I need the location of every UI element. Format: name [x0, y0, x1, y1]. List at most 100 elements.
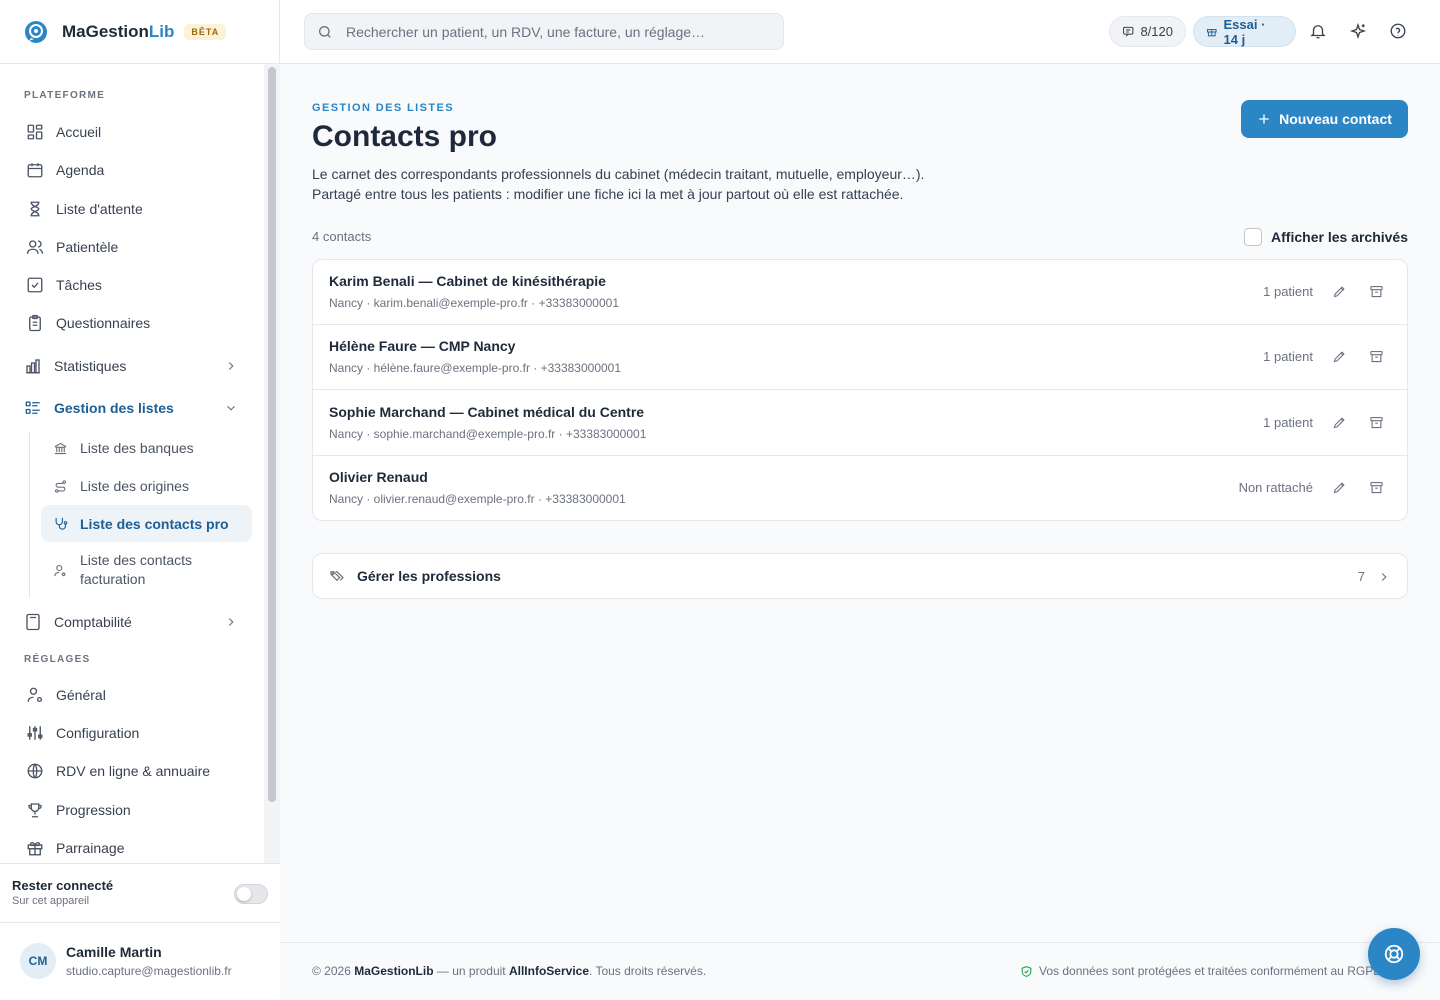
- archive-icon[interactable]: [1369, 349, 1384, 364]
- show-archived-label: Afficher les archivés: [1271, 229, 1408, 245]
- sidebar-item-comptabilite[interactable]: Comptabilité: [12, 604, 252, 640]
- pencil-icon[interactable]: [1332, 480, 1347, 495]
- show-archived-checkbox[interactable]: [1244, 228, 1263, 246]
- pencil-icon[interactable]: [1332, 415, 1347, 430]
- stethoscope-icon: [55, 517, 68, 530]
- user-cog-icon: [54, 564, 66, 576]
- sidebar-item-label: Patientèle: [56, 239, 119, 255]
- gift-icon: [27, 841, 43, 856]
- sidebar-item-label: Questionnaires: [56, 315, 151, 331]
- sidebar-subitem-banques[interactable]: Liste des banques: [41, 430, 252, 466]
- pencil-icon[interactable]: [1332, 284, 1347, 299]
- archive-icon[interactable]: [1369, 284, 1384, 299]
- sidebar-item-gestion-listes[interactable]: Gestion des listes: [12, 390, 252, 426]
- contact-details: Nancy · karim.benali@exemple-pro.fr · +3…: [329, 296, 619, 310]
- dashboard-icon: [27, 124, 43, 140]
- help-circle-icon[interactable]: [1389, 22, 1407, 40]
- archive-icon[interactable]: [1369, 415, 1384, 430]
- sidebar-item-label: Tâches: [56, 277, 102, 293]
- sidebar-subitem-origines[interactable]: Liste des origines: [41, 468, 252, 504]
- new-contact-label: Nouveau contact: [1279, 111, 1392, 127]
- search-box[interactable]: [304, 13, 784, 50]
- footer-copyright: © 2026 MaGestionLib — un produit AllInfo…: [312, 964, 707, 978]
- chevron-right-icon: [228, 618, 234, 626]
- user-settings-icon: [27, 687, 43, 703]
- contact-title: Sophie Marchand — Cabinet médical du Cen…: [329, 404, 645, 420]
- search-icon: [319, 25, 331, 38]
- sidebar-subitem-contacts-pro[interactable]: Liste des contacts pro: [41, 505, 252, 542]
- contacts-count: 4 contacts: [312, 229, 372, 244]
- hourglass-icon: [30, 201, 40, 217]
- sidebar-item-patientele[interactable]: Patientèle: [12, 229, 252, 265]
- page-title: Contacts pro: [312, 120, 498, 153]
- sidebar-item-statistiques[interactable]: Statistiques: [12, 348, 252, 384]
- sidebar-item-progression[interactable]: Progression: [12, 792, 252, 828]
- sidebar-item-parrainage[interactable]: Parrainage: [12, 830, 252, 863]
- contact-row[interactable]: Sophie Marchand — Cabinet médical du Cen…: [313, 391, 1407, 456]
- sidebar-item-configuration[interactable]: Configuration: [12, 715, 252, 751]
- sidebar: MaGestionLib BÊTA PLATEFORME Accueil Age…: [0, 0, 280, 1000]
- contact-row[interactable]: Karim Benali — Cabinet de kinésithérapie…: [313, 260, 1407, 325]
- support-button[interactable]: [1368, 928, 1420, 980]
- manage-professions-row[interactable]: Gérer les professions 7: [312, 553, 1408, 599]
- contact-link-status: Non rattaché: [1238, 480, 1313, 495]
- toggle-knob: [237, 887, 251, 901]
- sidebar-item-label: Général: [56, 687, 106, 703]
- plus-icon: [1259, 114, 1269, 124]
- avatar: CM: [20, 943, 56, 979]
- user-profile[interactable]: CM Camille Martin studio.capture@magesti…: [0, 923, 280, 1000]
- new-contact-button[interactable]: Nouveau contact: [1241, 100, 1408, 138]
- sidebar-item-rdv-en-ligne[interactable]: RDV en ligne & annuaire: [12, 753, 252, 789]
- sidebar-item-accueil[interactable]: Accueil: [12, 114, 252, 150]
- footer-privacy: Vos données sont protégées et traitées c…: [1020, 964, 1380, 978]
- chevron-right-icon: [1381, 573, 1387, 581]
- sidebar-item-label: Configuration: [56, 725, 140, 741]
- sidebar-subitem-contacts-facturation[interactable]: Liste des contacts facturation: [41, 548, 252, 592]
- stay-connected-toggle[interactable]: [234, 884, 268, 904]
- sms-quota-value: 8/120: [1140, 24, 1173, 39]
- search-input[interactable]: [346, 23, 766, 40]
- sidebar-item-label: Comptabilité: [54, 614, 132, 630]
- section-title-platform: PLATEFORME: [24, 90, 106, 101]
- chevron-down-icon: [227, 405, 235, 411]
- lifebuoy-icon: [1384, 944, 1404, 964]
- sidebar-item-general[interactable]: Général: [12, 677, 252, 713]
- trial-chip[interactable]: Essai · 14 j: [1193, 16, 1296, 47]
- pencil-icon[interactable]: [1332, 349, 1347, 364]
- user-name: Camille Martin: [66, 944, 162, 960]
- show-archived[interactable]: Afficher les archivés: [1240, 228, 1408, 246]
- sidebar-item-label: Accueil: [56, 124, 102, 140]
- sidebar-item-label: Liste d'attente: [56, 201, 143, 217]
- bell-icon[interactable]: [1309, 22, 1327, 40]
- contact-details: Nancy · olivier.renaud@exemple-pro.fr · …: [329, 492, 626, 506]
- archive-icon[interactable]: [1369, 480, 1384, 495]
- bar-chart-icon: [26, 359, 40, 374]
- sidebar-item-label: Parrainage: [56, 840, 125, 856]
- trial-label: Essai · 14 j: [1223, 16, 1266, 47]
- sidebar-item-liste-attente[interactable]: Liste d'attente: [12, 191, 252, 227]
- page-description-line-2: Partagé entre tous les patients : modifi…: [312, 186, 904, 202]
- contact-row[interactable]: Olivier Renaud Nancy · olivier.renaud@ex…: [313, 456, 1407, 520]
- sidebar-scrollbar-thumb[interactable]: [268, 67, 276, 802]
- sparkles-icon[interactable]: [1349, 22, 1367, 40]
- contact-row[interactable]: Hélène Faure — CMP Nancy Nancy · hélène.…: [313, 325, 1407, 390]
- shield-check-icon: [1021, 965, 1032, 977]
- sidebar-nav[interactable]: PLATEFORME Accueil Agenda Liste d'attent…: [0, 64, 264, 863]
- route-icon: [54, 479, 67, 493]
- sidebar-item-label: Agenda: [56, 162, 105, 178]
- sidebar-item-taches[interactable]: Tâches: [12, 267, 252, 303]
- topbar: 8/120 Essai · 14 j: [280, 0, 1440, 64]
- manage-professions-label: Gérer les professions: [357, 568, 501, 584]
- footer: © 2026 MaGestionLib — un produit AllInfo…: [280, 942, 1440, 1000]
- contact-link-status: 1 patient: [1263, 349, 1313, 364]
- brand[interactable]: MaGestionLib BÊTA: [0, 0, 279, 64]
- sidebar-item-agenda[interactable]: Agenda: [12, 152, 252, 188]
- sidebar-item-questionnaires[interactable]: Questionnaires: [12, 305, 252, 341]
- main-content: GESTION DES LISTES Contacts pro Le carne…: [280, 64, 1440, 942]
- contact-title: Olivier Renaud: [329, 469, 428, 485]
- logo-icon: [25, 20, 47, 43]
- sidebar-subitem-label: Liste des banques: [80, 440, 194, 456]
- sms-quota-chip[interactable]: 8/120: [1109, 16, 1186, 47]
- chevron-right-icon: [228, 362, 234, 370]
- footer-privacy-text: Vos données sont protégées et traitées c…: [1039, 964, 1380, 978]
